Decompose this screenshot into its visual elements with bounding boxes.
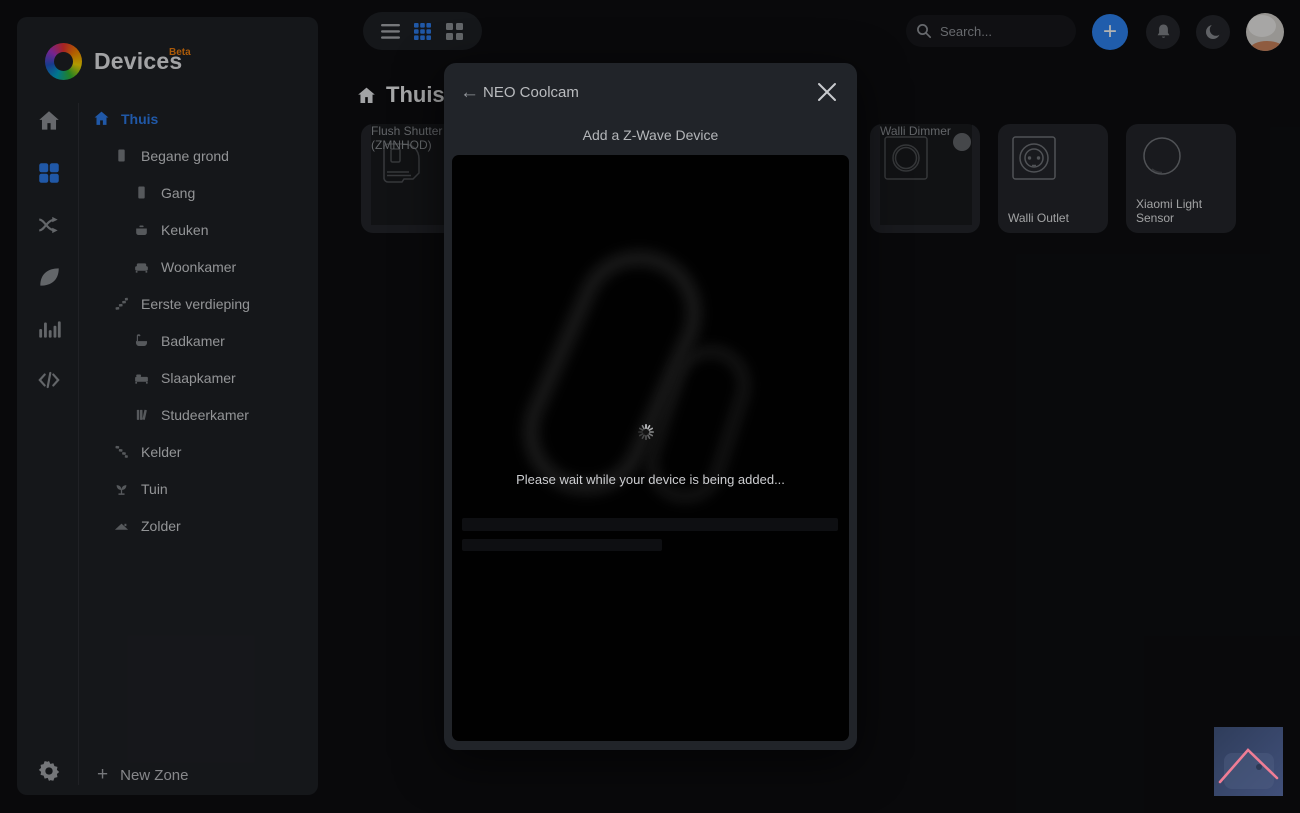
back-button[interactable]: ← — [460, 82, 479, 104]
loading-spinner-icon — [636, 422, 656, 442]
modal-subtitle: Add a Z-Wave Device — [444, 127, 857, 143]
pairing-status-text: Please wait while your device is being a… — [452, 472, 849, 487]
back-arrow-icon: ← — [460, 82, 479, 103]
close-button[interactable] — [815, 80, 839, 104]
close-icon — [815, 80, 839, 104]
house-roof-icon — [1214, 727, 1283, 796]
faded-instruction-line — [462, 518, 838, 531]
modal-title: NEO Coolcam — [483, 84, 579, 101]
faded-instruction-line — [462, 539, 662, 551]
screen-overlay-widget[interactable] — [1214, 727, 1283, 796]
pairing-screen: Please wait while your device is being a… — [452, 155, 849, 741]
add-device-modal: ← NEO Coolcam Add a Z-Wave Device — [444, 63, 857, 750]
